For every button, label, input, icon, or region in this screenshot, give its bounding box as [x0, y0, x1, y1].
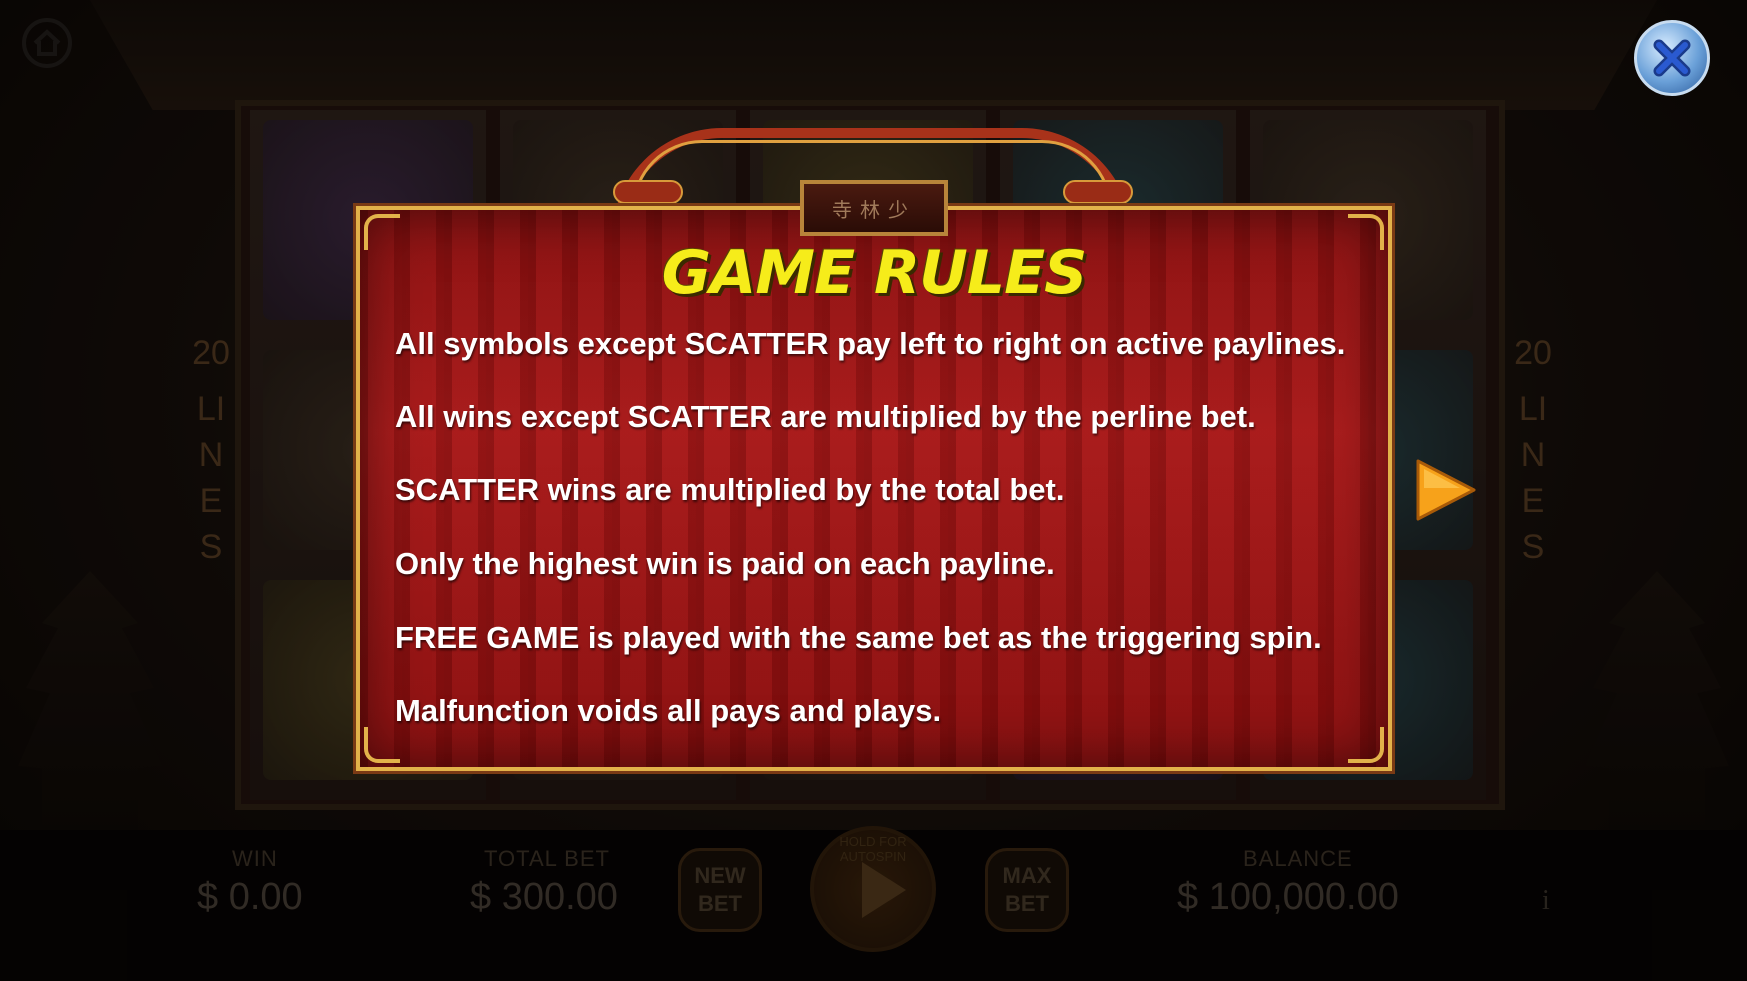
close-icon[interactable] [1634, 20, 1710, 96]
rule-line: All symbols except SCATTER pay left to r… [395, 326, 1346, 361]
rule-line: All wins except SCATTER are multiplied b… [395, 399, 1256, 434]
corner-ornament [1348, 727, 1384, 763]
temple-plaque: 寺林少 [800, 180, 948, 236]
game-rules-title: GAME RULES [661, 238, 1088, 308]
rule-line: SCATTER wins are multiplied by the total… [395, 472, 1065, 507]
rule-line: FREE GAME is played with the same bet as… [395, 620, 1322, 655]
corner-ornament [364, 727, 400, 763]
arch-scroll-left [613, 180, 683, 204]
rule-line: Only the highest win is paid on each pay… [395, 546, 1055, 581]
arch-scroll-right [1063, 180, 1133, 204]
next-page-arrow-icon[interactable] [1410, 455, 1480, 525]
rule-line: Malfunction voids all pays and plays. [395, 693, 942, 728]
